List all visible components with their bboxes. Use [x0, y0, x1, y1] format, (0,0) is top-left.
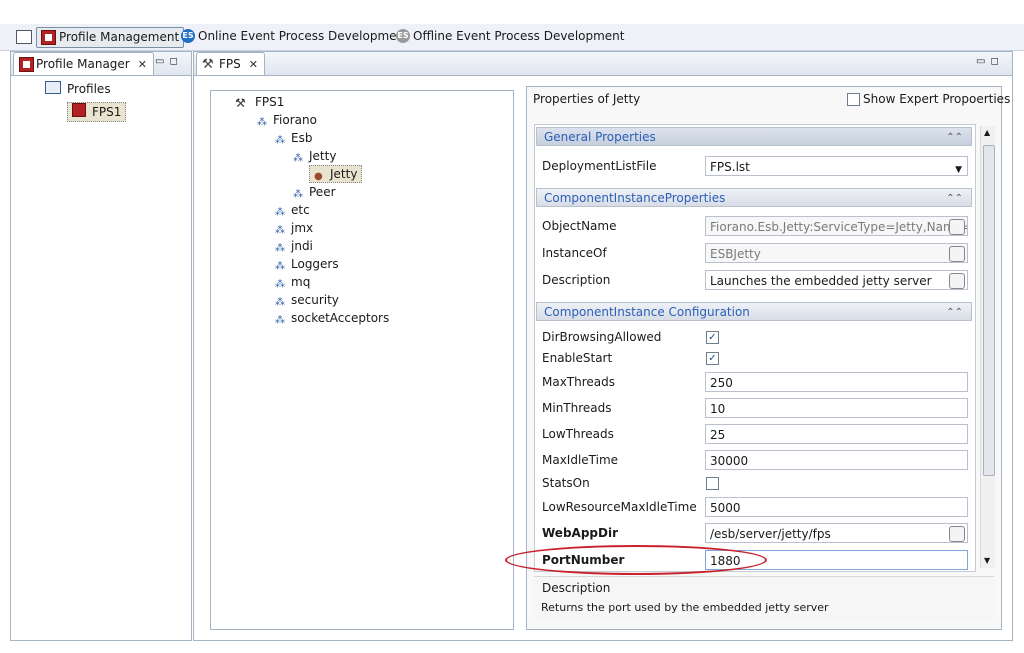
- server-profile-icon: [72, 103, 86, 117]
- profile-manager-tabbar: Profile Manager ✕ ▭◻: [11, 52, 191, 76]
- node-icon: ⁂: [275, 297, 285, 308]
- close-icon[interactable]: ✕: [249, 58, 258, 71]
- low-resource-label: LowResourceMaxIdleTime: [542, 500, 697, 514]
- es-online-icon: ES: [181, 29, 195, 43]
- tree-item-profiles[interactable]: Profiles: [45, 80, 111, 98]
- tools-icon: ⚒: [235, 96, 246, 110]
- low-threads-label: LowThreads: [542, 427, 614, 441]
- webapp-dir-input[interactable]: /esb/server/jetty/fps: [705, 523, 968, 543]
- tree-item[interactable]: ⁂ jmx: [275, 219, 313, 237]
- section-general-properties[interactable]: General Properties ⌃⌃: [536, 127, 972, 146]
- deployment-label: DeploymentListFile: [542, 159, 657, 173]
- tree-item[interactable]: ⁂ mq: [275, 273, 310, 291]
- max-threads-input[interactable]: 250: [705, 372, 968, 392]
- deployment-select[interactable]: FPS.lst ▼: [705, 156, 968, 176]
- es-offline-icon: ES: [396, 29, 410, 43]
- tree-item-fps1-root[interactable]: ⚒ FPS1: [235, 93, 284, 111]
- properties-scrollbar[interactable]: ▲ ▼: [980, 126, 995, 568]
- node-icon: ⁂: [293, 153, 303, 164]
- object-name-field[interactable]: Fiorano.Esb.Jetty:ServiceType=Jetty,Name…: [705, 216, 968, 236]
- max-idle-label: MaxIdleTime: [542, 453, 619, 467]
- description-box-text: Returns the port used by the embedded je…: [541, 601, 829, 614]
- node-icon: ⁂: [257, 117, 267, 128]
- webapp-dir-label: WebAppDir: [542, 526, 618, 540]
- tree-item[interactable]: ⁂ Peer: [293, 183, 336, 201]
- tree-item[interactable]: ⁂ etc: [275, 201, 310, 219]
- section-component-instance-configuration[interactable]: ComponentInstance Configuration ⌃⌃: [536, 302, 972, 321]
- computer-icon: [45, 81, 61, 94]
- perspective-online-event[interactable]: ES Online Event Process Development: [178, 27, 409, 46]
- tree-item[interactable]: ⁂ socketAcceptors: [275, 309, 389, 327]
- show-expert-toggle[interactable]: Show Expert Propoerties: [847, 92, 1010, 106]
- enable-start-label: EnableStart: [542, 351, 613, 365]
- close-icon[interactable]: ✕: [138, 58, 147, 71]
- dropdown-arrow-icon: ▼: [955, 165, 962, 175]
- low-threads-input[interactable]: 25: [705, 424, 968, 444]
- fps-editor-tabbar: ⚒ FPS ✕ ▭◻: [194, 52, 1012, 76]
- collapse-icon[interactable]: ⌃⌃: [946, 189, 963, 208]
- perspective-profile-management[interactable]: Profile Management: [36, 27, 185, 48]
- properties-title: Properties of Jetty: [533, 92, 641, 106]
- dir-browsing-label: DirBrowsingAllowed: [542, 330, 662, 344]
- tree-item[interactable]: ⁂ Jetty: [293, 147, 336, 165]
- tree-item[interactable]: ⁂ Fiorano: [257, 111, 317, 129]
- tree-item[interactable]: ⁂ Esb: [275, 129, 312, 147]
- tools-icon: ⚒: [202, 57, 214, 72]
- edit-button[interactable]: [949, 273, 965, 289]
- node-icon: ⁂: [293, 189, 303, 200]
- node-icon: ⁂: [275, 261, 285, 272]
- edit-button[interactable]: [949, 219, 965, 235]
- instance-of-field[interactable]: ESBJetty: [705, 243, 968, 263]
- config-tree-panel: ⚒ FPS1 ⁂ Fiorano ⁂ Esb ⁂ Jetty ● Jetty ⁂ Peer …: [210, 90, 514, 630]
- node-icon: ⁂: [275, 315, 285, 326]
- open-perspective-icon[interactable]: [16, 30, 32, 44]
- stats-on-checkbox[interactable]: [706, 477, 719, 490]
- instance-of-label: InstanceOf: [542, 246, 607, 260]
- dir-browsing-checkbox[interactable]: ✓: [706, 331, 719, 344]
- object-name-label: ObjectName: [542, 219, 617, 233]
- component-icon: ●: [314, 171, 323, 182]
- tab-profile-manager[interactable]: Profile Manager ✕: [13, 52, 154, 75]
- node-icon: ⁂: [275, 225, 285, 236]
- description-box: Description Returns the port used by the…: [534, 576, 994, 621]
- scroll-down-icon[interactable]: ▼: [984, 556, 990, 565]
- perspective-bar: Profile Management ES Online Event Proce…: [0, 24, 1024, 51]
- max-idle-input[interactable]: 30000: [705, 450, 968, 470]
- edit-button[interactable]: [949, 526, 965, 542]
- stats-on-label: StatsOn: [542, 476, 590, 490]
- node-icon: ⁂: [275, 279, 285, 290]
- node-icon: ⁂: [275, 207, 285, 218]
- tab-fps[interactable]: ⚒ FPS ✕: [196, 52, 265, 75]
- description-box-title: Description: [542, 581, 611, 595]
- collapse-icon[interactable]: ⌃⌃: [946, 128, 963, 147]
- tree-item[interactable]: ⁂ Loggers: [275, 255, 339, 273]
- profile-manager-icon: [19, 57, 34, 72]
- tree-item[interactable]: ⁂ jndi: [275, 237, 313, 255]
- profile-management-icon: [41, 30, 56, 45]
- enable-start-checkbox[interactable]: ✓: [706, 352, 719, 365]
- scrollbar-thumb[interactable]: [983, 145, 995, 476]
- node-icon: ⁂: [275, 243, 285, 254]
- tree-item-selected[interactable]: ● Jetty: [309, 165, 363, 183]
- node-icon: ⁂: [275, 135, 285, 146]
- scroll-up-icon[interactable]: ▲: [984, 128, 990, 137]
- low-resource-input[interactable]: 5000: [705, 497, 968, 517]
- tree-item[interactable]: ⁂ security: [275, 291, 339, 309]
- description-label: Description: [542, 273, 611, 287]
- min-threads-input[interactable]: 10: [705, 398, 968, 418]
- profile-manager-view: Profile Manager ✕ ▭◻ Profiles FPS1: [10, 51, 192, 641]
- description-field[interactable]: Launches the embedded jetty server: [705, 270, 968, 290]
- perspective-offline-event[interactable]: ES Offline Event Process Development: [393, 27, 625, 46]
- edit-button[interactable]: [949, 246, 965, 262]
- highlight-ellipse: [505, 545, 767, 575]
- max-threads-label: MaxThreads: [542, 375, 616, 389]
- minimize-maximize-icon[interactable]: ▭◻: [155, 56, 183, 67]
- collapse-icon[interactable]: ⌃⌃: [946, 303, 963, 322]
- show-expert-checkbox[interactable]: [847, 93, 860, 106]
- min-threads-label: MinThreads: [542, 401, 612, 415]
- tree-item-fps1[interactable]: FPS1: [67, 102, 127, 122]
- minimize-maximize-icon[interactable]: ▭◻: [976, 56, 1004, 67]
- section-component-instance-properties[interactable]: ComponentInstanceProperties ⌃⌃: [536, 188, 972, 207]
